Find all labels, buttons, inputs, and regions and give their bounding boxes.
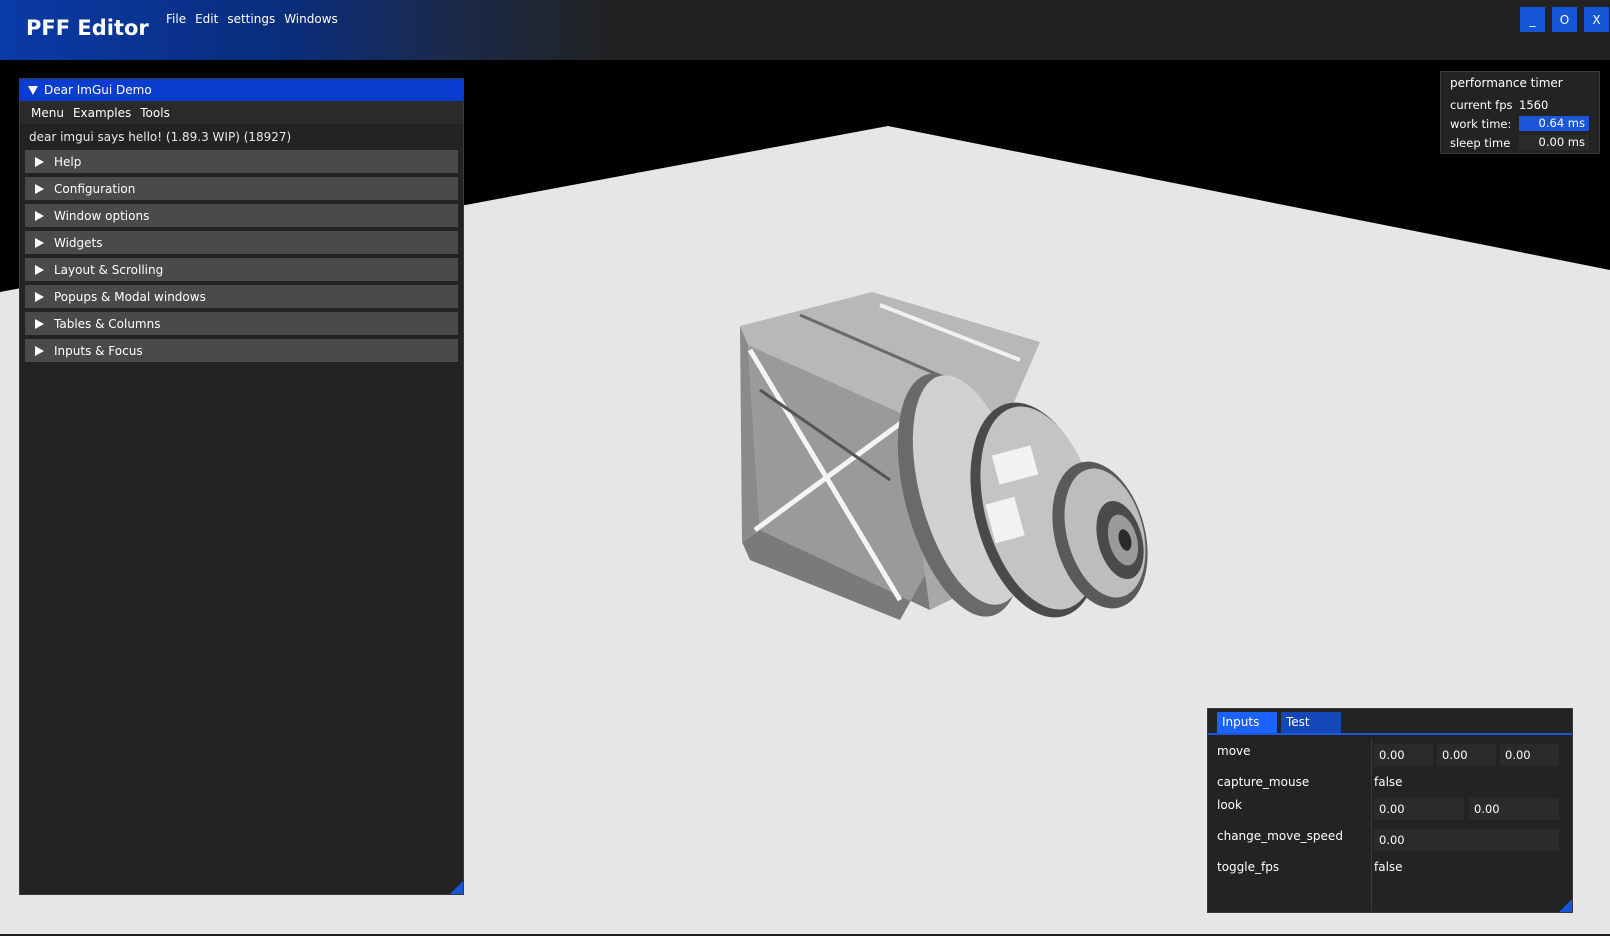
inputs-window: Inputs Test move 0.00 0.00 0.00 capture_… <box>1207 708 1573 913</box>
toggle-fps-value: false <box>1374 860 1403 874</box>
change-move-speed-field[interactable]: 0.00 <box>1374 829 1559 851</box>
tab-inputs[interactable]: Inputs <box>1217 712 1277 733</box>
section-label: Window options <box>54 208 150 223</box>
title-bar: PFF Editor File Edit settings Windows _ … <box>0 0 1610 60</box>
close-button[interactable]: X <box>1584 7 1609 32</box>
section-label: Popups & Modal windows <box>54 289 206 304</box>
work-time-label: work time: <box>1450 116 1512 131</box>
tab-bar: Inputs Test <box>1208 709 1572 735</box>
move-z-field[interactable]: 0.00 <box>1500 744 1559 766</box>
resize-grip[interactable] <box>1559 899 1572 912</box>
section-label: Configuration <box>54 181 136 196</box>
section-label: Tables & Columns <box>54 316 161 331</box>
fps-label: current fps <box>1450 97 1513 112</box>
performance-timer-window: performance timer current fps 1560 work … <box>1440 71 1600 154</box>
section-label: Widgets <box>54 235 103 250</box>
expand-arrow-icon <box>35 183 44 194</box>
section-inputs-focus[interactable]: Inputs & Focus <box>25 339 458 362</box>
demo-menu-menu[interactable]: Menu <box>31 106 64 120</box>
perf-title: performance timer <box>1450 76 1563 90</box>
look-label: look <box>1217 798 1242 812</box>
section-help[interactable]: Help <box>25 150 458 173</box>
column-divider <box>1371 739 1372 911</box>
look-x-field[interactable]: 0.00 <box>1374 798 1464 820</box>
menu-edit[interactable]: Edit <box>195 12 218 26</box>
capture-mouse-label: capture_mouse <box>1217 775 1310 789</box>
expand-arrow-icon <box>35 264 44 275</box>
expand-arrow-icon <box>35 291 44 302</box>
maximize-button[interactable]: O <box>1552 7 1577 32</box>
demo-menubar: Menu Examples Tools <box>20 101 463 124</box>
expand-arrow-icon <box>35 237 44 248</box>
section-layout-scrolling[interactable]: Layout & Scrolling <box>25 258 458 281</box>
expand-arrow-icon <box>35 318 44 329</box>
sleep-time-value: 0.00 ms <box>1519 135 1589 150</box>
fps-value: 1560 <box>1519 97 1549 112</box>
section-widgets[interactable]: Widgets <box>25 231 458 254</box>
section-window-options[interactable]: Window options <box>25 204 458 227</box>
demo-window-titlebar[interactable]: Dear ImGui Demo <box>20 79 463 101</box>
expand-arrow-icon <box>35 156 44 167</box>
section-label: Layout & Scrolling <box>54 262 164 277</box>
move-label: move <box>1217 744 1251 758</box>
work-time-row: work time: 0.64 ms <box>1441 114 1599 133</box>
menu-file[interactable]: File <box>166 12 186 26</box>
hello-text: dear imgui says hello! (1.89.3 WIP) (189… <box>29 130 292 144</box>
demo-window: Dear ImGui Demo Menu Examples Tools dear… <box>19 78 464 895</box>
expand-arrow-icon <box>35 345 44 356</box>
fps-row: current fps 1560 <box>1441 95 1599 114</box>
minimize-button[interactable]: _ <box>1520 7 1545 32</box>
expand-arrow-icon <box>35 210 44 221</box>
sleep-time-label: sleep time <box>1450 135 1511 150</box>
section-label: Inputs & Focus <box>54 343 143 358</box>
section-popups-modal[interactable]: Popups & Modal windows <box>25 285 458 308</box>
section-label: Help <box>54 154 82 169</box>
capture-mouse-value: false <box>1374 775 1403 789</box>
app-title: PFF Editor <box>26 16 149 40</box>
sleep-time-row: sleep time 0.00 ms <box>1441 133 1599 152</box>
tab-test[interactable]: Test <box>1281 712 1341 733</box>
move-y-field[interactable]: 0.00 <box>1437 744 1496 766</box>
menu-windows[interactable]: Windows <box>284 12 338 26</box>
change-move-speed-label: change_move_speed <box>1217 829 1343 843</box>
menu-settings[interactable]: settings <box>227 12 275 26</box>
section-configuration[interactable]: Configuration <box>25 177 458 200</box>
demo-menu-tools[interactable]: Tools <box>140 106 170 120</box>
resize-grip[interactable] <box>450 881 463 894</box>
work-time-value: 0.64 ms <box>1519 116 1589 131</box>
main-menu: File Edit settings Windows <box>166 12 338 26</box>
demo-window-title: Dear ImGui Demo <box>44 83 152 97</box>
collapse-arrow-icon[interactable] <box>28 85 38 95</box>
move-x-field[interactable]: 0.00 <box>1374 744 1433 766</box>
section-tables-columns[interactable]: Tables & Columns <box>25 312 458 335</box>
toggle-fps-label: toggle_fps <box>1217 860 1280 874</box>
demo-menu-examples[interactable]: Examples <box>73 106 131 120</box>
look-y-field[interactable]: 0.00 <box>1469 798 1559 820</box>
